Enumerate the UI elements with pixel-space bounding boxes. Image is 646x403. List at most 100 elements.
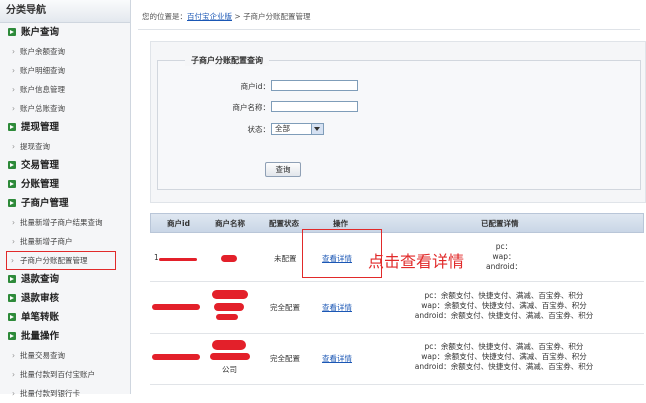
col-config-status: 配置状态 xyxy=(269,219,299,228)
sidebar-item-detail[interactable]: › 账户明细查询 xyxy=(0,61,130,80)
view-detail-link[interactable]: 查看详情 xyxy=(322,302,352,313)
item-label: 批量付款到百付宝账户 xyxy=(20,370,95,379)
bullet-icon: › xyxy=(12,85,15,94)
expand-icon xyxy=(8,160,16,169)
redaction-mark xyxy=(214,303,244,311)
group-label: 退款审核 xyxy=(21,293,60,304)
expand-icon xyxy=(8,331,16,340)
status-selected-value: 全部 xyxy=(275,124,290,133)
table-header: 商户id 商户名称 配置状态 操作 已配置详情 xyxy=(150,213,644,233)
redaction-mark xyxy=(210,353,250,360)
sidebar-group-trade[interactable]: 交易管理 xyxy=(0,156,130,175)
redaction-mark xyxy=(152,304,200,310)
row-merchant-id: 1 xyxy=(154,253,159,262)
expand-icon xyxy=(8,122,16,131)
sidebar-group-transfer[interactable]: 单笔转账 xyxy=(0,308,130,327)
sidebar-item-ledger[interactable]: › 账户总账查询 xyxy=(0,99,130,118)
col-config-detail: 已配置详情 xyxy=(481,219,519,228)
redaction-mark xyxy=(221,255,237,262)
item-label: 账户明细查询 xyxy=(20,66,65,75)
sidebar-group-refund-audit[interactable]: 退款审核 xyxy=(0,289,130,308)
item-label: 批量交易查询 xyxy=(20,351,65,360)
bullet-icon: › xyxy=(11,256,14,265)
breadcrumb-current: 子商户分账配置管理 xyxy=(243,12,311,21)
item-label: 账户总账查询 xyxy=(20,104,65,113)
redaction-mark xyxy=(152,354,200,360)
breadcrumb-prefix: 您的位置是： xyxy=(142,12,187,21)
sidebar-item-batch-pay-account[interactable]: › 批量付款到百付宝账户 xyxy=(0,365,130,384)
row-config-detail: pc：余额支付、快捷支付、满减、百宝券、积分 wap：余额支付、快捷支付、满减、… xyxy=(394,342,614,372)
query-panel: 子商户分账配置查询 商户id： 商户名称： 状态： 全部 查询 xyxy=(150,41,646,203)
bullet-icon: › xyxy=(12,104,15,113)
sidebar-item-batch-trade[interactable]: › 批量交易查询 xyxy=(0,346,130,365)
query-button[interactable]: 查询 xyxy=(265,162,301,177)
merchant-id-label: 商户id： xyxy=(240,82,270,91)
group-label: 账户查询 xyxy=(21,27,60,38)
merchant-table: 商户id 商户名称 配置状态 操作 已配置详情 1 未配置 查看详情 pc： w… xyxy=(150,213,644,385)
group-label: 批量操作 xyxy=(21,331,60,342)
sidebar-title: 分类导航 xyxy=(0,0,130,23)
breadcrumb-separator: > xyxy=(232,12,244,21)
annotation-text: 点击查看详情 xyxy=(368,252,465,271)
breadcrumb: 您的位置是：百付宝企业版 > 子商户分账配置管理 xyxy=(142,11,311,22)
group-label: 分账管理 xyxy=(21,179,60,190)
main-content: 您的位置是：百付宝企业版 > 子商户分账配置管理 子商户分账配置查询 商户id：… xyxy=(132,0,646,394)
status-label: 状态： xyxy=(247,125,271,134)
query-title: 子商户分账配置查询 xyxy=(185,55,269,66)
sidebar-nav: 分类导航 账户查询 › 账户余额查询 › 账户明细查询 › 账户信息管理 › 账户总账查… xyxy=(0,0,131,398)
col-merchant-id: 商户id xyxy=(167,219,190,228)
sidebar-item-batch-result[interactable]: › 批量新增子商户结果查询 xyxy=(0,213,130,232)
sidebar-group-submerchant[interactable]: 子商户管理 xyxy=(0,194,130,213)
sidebar-group-split[interactable]: 分账管理 xyxy=(0,175,130,194)
expand-icon xyxy=(8,27,16,36)
bullet-icon: › xyxy=(12,237,15,246)
row-config-status: 完全配置 xyxy=(270,303,300,312)
divider xyxy=(138,29,640,30)
expand-icon xyxy=(8,274,16,283)
table-row: 公司 完全配置 查看详情 pc：余额支付、快捷支付、满减、百宝券、积分 wap：… xyxy=(150,334,644,385)
sidebar-group-account[interactable]: 账户查询 xyxy=(0,23,130,42)
expand-icon xyxy=(8,179,16,188)
sidebar-group-withdraw[interactable]: 提现管理 xyxy=(0,118,130,137)
col-merchant-name: 商户名称 xyxy=(215,219,245,228)
row-merchant-name: 公司 xyxy=(222,365,237,374)
row-config-status: 未配置 xyxy=(274,254,297,263)
sidebar-item-balance[interactable]: › 账户余额查询 xyxy=(0,42,130,61)
bullet-icon: › xyxy=(12,351,15,360)
group-label: 退款查询 xyxy=(21,274,60,285)
item-label: 账户余额查询 xyxy=(20,47,65,56)
sidebar-item-split-config[interactable]: › 子商户分账配置管理 xyxy=(6,251,116,270)
detail-line: wap：余额支付、快捷支付、满减、百宝券、积分 xyxy=(421,301,587,310)
merchant-id-input[interactable] xyxy=(271,80,358,91)
redaction-mark xyxy=(216,314,238,320)
bullet-icon: › xyxy=(12,142,15,151)
merchant-name-label: 商户名称： xyxy=(232,103,271,112)
redaction-mark xyxy=(212,290,248,299)
row-config-detail: pc：余额支付、快捷支付、满减、百宝券、积分 wap：余额支付、快捷支付、满减、… xyxy=(394,291,614,321)
row-config-status: 完全配置 xyxy=(270,354,300,363)
status-select[interactable]: 全部 xyxy=(271,123,324,135)
sidebar-group-batch[interactable]: 批量操作 xyxy=(0,327,130,346)
detail-line: wap：余额支付、快捷支付、满减、百宝券、积分 xyxy=(421,352,587,361)
sidebar-group-refund-query[interactable]: 退款查询 xyxy=(0,270,130,289)
bullet-icon: › xyxy=(12,370,15,379)
detail-line: pc：余额支付、快捷支付、满减、百宝券、积分 xyxy=(424,342,584,351)
sidebar-item-withdraw-query[interactable]: › 提现查询 xyxy=(0,137,130,156)
sidebar-item-batch-add[interactable]: › 批量新增子商户 xyxy=(0,232,130,251)
bullet-icon: › xyxy=(12,47,15,56)
table-row: 完全配置 查看详情 pc：余额支付、快捷支付、满减、百宝券、积分 wap：余额支… xyxy=(150,282,644,334)
bullet-icon: › xyxy=(12,66,15,75)
group-label: 交易管理 xyxy=(21,160,60,171)
item-label: 子商户分账配置管理 xyxy=(20,256,88,265)
detail-line: android：余额支付、快捷支付、满减、百宝券、积分 xyxy=(414,311,594,320)
item-label: 批量新增子商户结果查询 xyxy=(20,218,103,227)
merchant-name-input[interactable] xyxy=(271,101,358,112)
breadcrumb-link-home[interactable]: 百付宝企业版 xyxy=(187,12,232,21)
group-label: 单笔转账 xyxy=(21,312,60,323)
sidebar-item-info[interactable]: › 账户信息管理 xyxy=(0,80,130,99)
item-label: 账户信息管理 xyxy=(20,85,65,94)
view-detail-link[interactable]: 查看详情 xyxy=(322,353,352,364)
bullet-icon: › xyxy=(12,218,15,227)
expand-icon xyxy=(8,293,16,302)
item-label: 批量新增子商户 xyxy=(20,237,73,246)
